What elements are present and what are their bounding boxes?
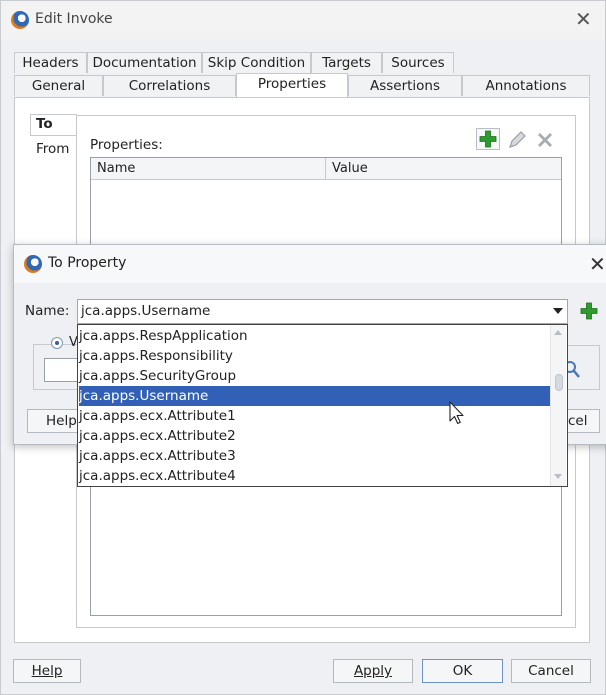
dropdown-option[interactable]: jca.apps.ecx.Attribute1 bbox=[79, 406, 551, 426]
dropdown-option[interactable]: jca.apps.RespApplication bbox=[79, 326, 551, 346]
plus-icon bbox=[479, 130, 497, 148]
cancel-button[interactable]: Cancel bbox=[511, 659, 591, 683]
mouse-cursor-icon bbox=[449, 401, 464, 425]
tab-assertions[interactable]: Assertions bbox=[348, 75, 462, 96]
tab-general[interactable]: General bbox=[14, 75, 103, 96]
tab-headers[interactable]: Headers bbox=[14, 52, 87, 73]
scroll-down-icon[interactable] bbox=[554, 474, 562, 479]
app-logo-icon bbox=[11, 11, 29, 29]
name-dropdown-list[interactable]: jca.apps.RespApplication jca.apps.Respon… bbox=[77, 324, 568, 487]
to-property-logo-icon bbox=[24, 255, 42, 273]
name-combobox[interactable]: jca.apps.Username bbox=[77, 299, 568, 324]
dropdown-option[interactable]: jca.apps.ecx.Attribute2 bbox=[79, 426, 551, 446]
to-property-cancel-button[interactable]: cel bbox=[566, 409, 600, 433]
column-divider[interactable] bbox=[325, 158, 326, 180]
tab-skip-condition[interactable]: Skip Condition bbox=[202, 52, 311, 73]
tab-documentation[interactable]: Documentation bbox=[87, 52, 202, 73]
radio-button[interactable] bbox=[51, 337, 63, 349]
column-header-name[interactable]: Name bbox=[97, 161, 135, 176]
close-icon[interactable]: ✕ bbox=[575, 9, 592, 29]
tab-correlations[interactable]: Correlations bbox=[103, 75, 236, 96]
edit-pencil-icon[interactable] bbox=[506, 129, 528, 151]
to-property-close-icon[interactable]: ✕ bbox=[589, 254, 606, 274]
tab-properties[interactable]: Properties bbox=[236, 73, 348, 97]
help-button[interactable]: Help bbox=[13, 659, 81, 683]
add-name-plus-icon[interactable] bbox=[578, 300, 600, 322]
add-property-button[interactable] bbox=[476, 128, 500, 150]
to-property-help-button[interactable]: Help bbox=[27, 409, 79, 433]
dropdown-option[interactable]: jca.apps.ecx.Attribute3 bbox=[79, 446, 551, 466]
dialog-title: Edit Invoke bbox=[35, 11, 113, 27]
apply-button[interactable]: Apply bbox=[333, 659, 413, 683]
dropdown-scrollbar[interactable] bbox=[550, 325, 566, 486]
scroll-up-icon[interactable] bbox=[554, 330, 562, 335]
table-header bbox=[91, 158, 561, 180]
to-property-title: To Property bbox=[48, 255, 127, 271]
properties-label: Properties: bbox=[90, 137, 163, 153]
apply-button-label: Apply bbox=[353, 663, 393, 679]
delete-icon[interactable] bbox=[535, 130, 555, 150]
dropdown-option[interactable]: jca.apps.Responsibility bbox=[79, 346, 551, 366]
dropdown-option[interactable]: jca.apps.ecx.Attribute4 bbox=[79, 466, 551, 486]
name-label: Name: bbox=[25, 303, 70, 319]
tab-targets[interactable]: Targets bbox=[311, 52, 382, 73]
ok-button[interactable]: OK bbox=[422, 659, 503, 683]
side-tab-to[interactable]: To bbox=[36, 116, 53, 132]
dropdown-option[interactable]: jca.apps.SecurityGroup bbox=[79, 366, 551, 386]
name-combobox-value: jca.apps.Username bbox=[81, 303, 211, 319]
side-tab-from[interactable]: From bbox=[36, 141, 69, 157]
scrollbar-thumb[interactable] bbox=[555, 374, 563, 391]
column-header-value[interactable]: Value bbox=[332, 161, 368, 176]
dropdown-option-selected[interactable]: jca.apps.Username bbox=[79, 386, 551, 406]
dropdown-arrow-icon[interactable] bbox=[553, 308, 563, 314]
tab-sources[interactable]: Sources bbox=[382, 52, 454, 73]
tab-annotations[interactable]: Annotations bbox=[462, 75, 590, 96]
help-button-label: Help bbox=[31, 663, 63, 679]
